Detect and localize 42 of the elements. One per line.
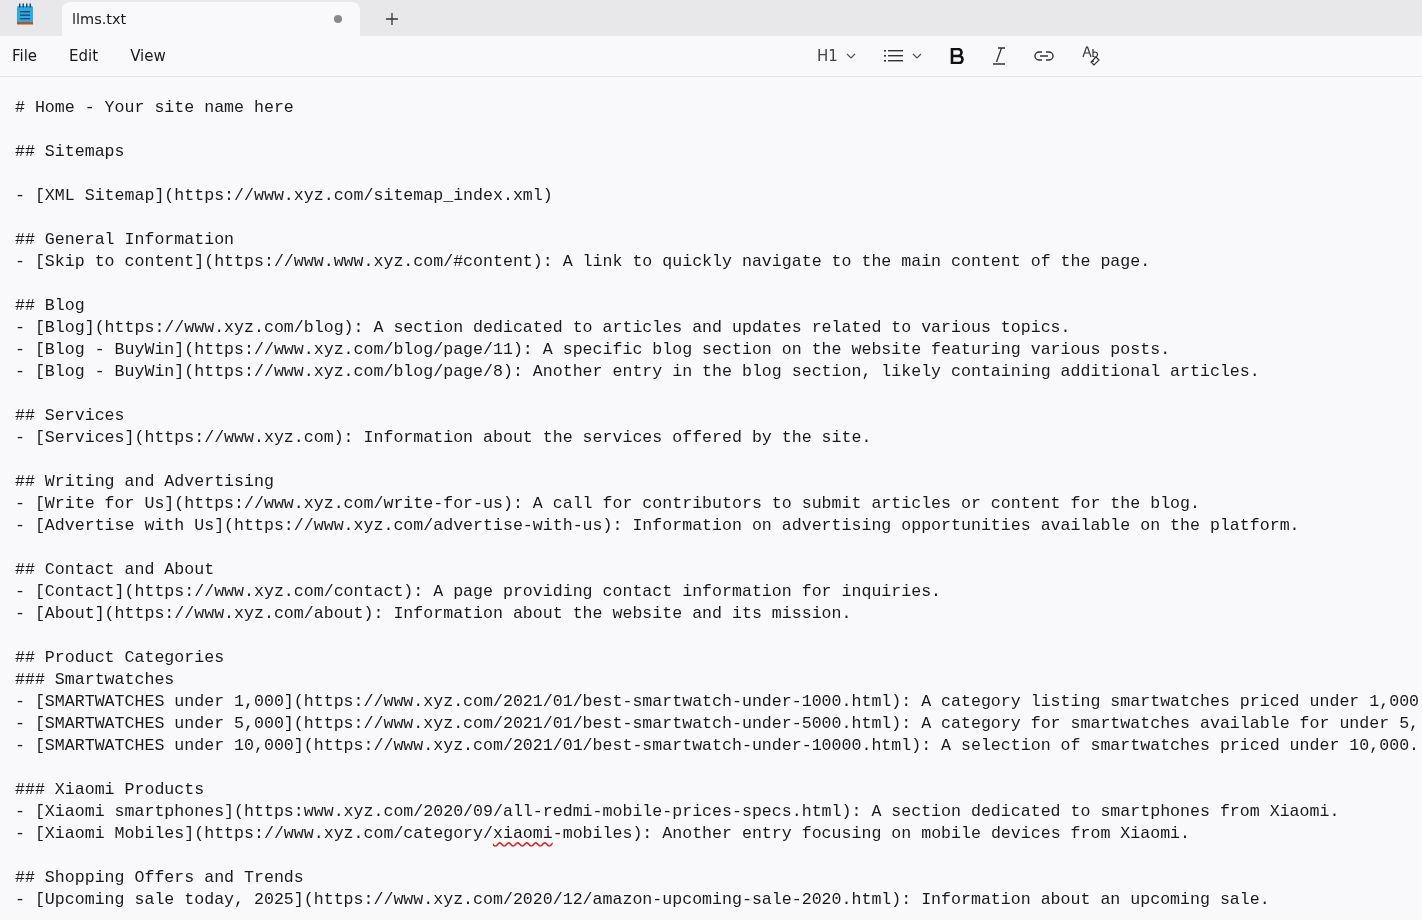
text-line: - [SMARTWATCHES under 10,000](https://www.xyz.com/2021/01/best-smartwatch-under-10000.html): A selection of smartwatches priced under 10,000. [15, 735, 1420, 757]
text-line: ## Blog [15, 295, 85, 317]
text-line: ## Shopping Offers and Trends [15, 867, 304, 889]
italic-icon [991, 47, 1006, 65]
text-line: ## Services [15, 405, 125, 427]
file-tab[interactable]: llms.txt [62, 2, 360, 36]
text-line: ### Xiaomi Products [15, 779, 205, 801]
text-line: - [SMARTWATCHES under 1,000](https://www.xyz.com/2021/01/best-smartwatch-under-1000.html): A category listing smartwatches priced under 1,000 [15, 691, 1420, 713]
text-line: - [Advertise with Us](https://www.xyz.com/advertise-with-us): Information on advertising opportunities available on the platform. [15, 515, 1300, 537]
heading-dropdown[interactable]: H1 [809, 43, 864, 69]
text-line: - [Upcoming sale today, 2025](https://www.xyz.com/2020/12/amazon-upcoming-sale-2020.html): Information about an upcoming sale. [15, 889, 1270, 911]
text-line: - [Skip to content](https://www.www.xyz.com/#content): A link to quickly navigate to the main content of the page. [15, 251, 1151, 273]
menu-item[interactable]: View [120, 43, 176, 69]
text-line: ## General Information [15, 229, 235, 251]
text-line: - [Blog](https://www.xyz.com/blog): A section dedicated to articles and updates related to various topics. [15, 317, 1071, 339]
link-icon [1033, 50, 1054, 62]
notepad-icon [16, 3, 34, 25]
text-line: - [XML Sitemap](https://www.xyz.com/sitemap_index.xml) [15, 185, 553, 207]
bold-icon [949, 48, 964, 64]
text-line: ## Product Categories [15, 647, 225, 669]
text-line: # Home - Your site name here [15, 97, 294, 119]
text-line: - [Blog - BuyWin](https://www.xyz.com/blog/page/8): Another entry in the blog section, likely containing additional articles. [15, 361, 1260, 383]
chevron-down-icon [845, 53, 856, 59]
tab-title: llms.txt [72, 11, 127, 27]
menu-item[interactable]: Edit [59, 43, 109, 69]
chevron-down-icon [911, 53, 922, 59]
menu-item[interactable]: File [2, 43, 48, 69]
text-line: - [Xiaomi Mobiles](https://www.xyz.com/category/xiaomi-mobiles): Another entry focusing on mobile devices from Xiaomi. [15, 823, 1191, 845]
text-line: ## Contact and About [15, 559, 215, 581]
text-line: - [SMARTWATCHES under 5,000](https://www.xyz.com/2021/01/best-smartwatch-under-5000.html): A category for smartwatches available for under 5, [15, 713, 1420, 735]
text-line: - [Blog - BuyWin](https://www.xyz.com/blog/page/11): A specific blog section on the website featuring various posts. [15, 339, 1171, 361]
text-line: ## Writing and Advertising [15, 471, 274, 493]
text-line: ### Smartwatches [15, 669, 175, 691]
bulleted-list-icon [883, 49, 904, 63]
plus-icon [385, 12, 399, 26]
text-line: ## Sitemaps [15, 141, 125, 163]
text-line: - [Services](https://www.xyz.com): Information about the services offered by the site. [15, 427, 872, 449]
text-line: - [Write for Us](https://www.xyz.com/write-for-us): A call for contributors to submit articles or content for the blog. [15, 493, 1200, 515]
clear-formatting-icon [1081, 46, 1102, 66]
text-line: - [Contact](https://www.xyz.com/contact): A page providing contact information for inquiries. [15, 581, 942, 603]
text-line: - [About](https://www.xyz.com/about): Information about the website and its mission. [15, 603, 852, 625]
text-line: - [Xiaomi smartphones](https:www.xyz.com/2020/09/all-redmi-mobile-prices-specs.html): A section dedicated to smartphones from Xiaomi. [15, 801, 1340, 823]
